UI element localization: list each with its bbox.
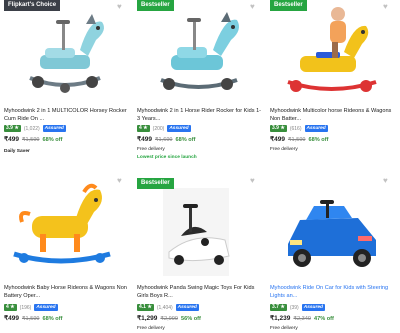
rating-badge: 4 ★ [137, 125, 150, 132]
rating-badge: 4.1 ★ [137, 304, 154, 311]
price: ₹1,239 [270, 315, 291, 322]
mrp: ₹1,599 [21, 316, 40, 322]
heart-icon[interactable]: ♥ [117, 3, 125, 11]
bestseller-badge: Bestseller [270, 0, 307, 11]
product-title[interactable]: Myhoodwink Ride On Car for Kids with Ste… [270, 285, 396, 300]
lowest-price-label: Lowest price since launch [137, 155, 197, 160]
price-row: ₹499 ₹1,699 68% off [137, 135, 195, 143]
mrp: ₹1,599 [21, 137, 40, 143]
product-grid: Flipkart's Choice ♥ Myhoodwink 2 in 1 MU… [0, 0, 400, 333]
product-image[interactable]: Bestseller ♥ [133, 0, 266, 105]
product-card[interactable]: Bestseller ♥ Myhoodwink Multicolor horse… [266, 0, 399, 166]
daily-saver-label: Daily Saver [4, 149, 30, 154]
product-image[interactable]: ♥ [0, 174, 133, 279]
heart-icon[interactable]: ♥ [383, 177, 391, 185]
rating-row: 3.9 ★ (616) Assured [270, 125, 328, 132]
bestseller-badge: Bestseller [137, 178, 174, 189]
product-title[interactable]: Myhoodwink Panda Swing Magic Toys For Ki… [137, 285, 263, 300]
assured-badge: Assured [167, 125, 191, 132]
product-card[interactable]: Flipkart's Choice ♥ Myhoodwink 2 in 1 MU… [0, 0, 133, 166]
product-image[interactable]: Bestseller ♥ [266, 0, 399, 105]
assured-badge: Assured [301, 304, 325, 311]
ride-on-car-blue-image [288, 200, 376, 267]
rating-badge: 4 ★ [4, 304, 17, 311]
product-image[interactable]: ♥ [266, 174, 399, 279]
price: ₹499 [270, 136, 285, 143]
price-row: ₹1,299 ₹2,999 56% off [137, 314, 201, 322]
rating-badge: 3.9 ★ [270, 125, 287, 132]
heart-icon[interactable]: ♥ [250, 177, 258, 185]
bestseller-badge: Bestseller [137, 0, 174, 11]
free-delivery-label: Free delivery [270, 326, 298, 331]
assured-badge: Assured [304, 125, 328, 132]
price-row: ₹499 ₹1,599 68% off [270, 135, 328, 143]
review-count: (200) [152, 125, 165, 132]
product-title[interactable]: Myhoodwink 2 in 1 Horse Rider Rocker for… [137, 108, 263, 123]
rating-row: 3.7 ★ (39) Assured [270, 304, 325, 311]
review-count: (39) [289, 304, 299, 311]
free-delivery-label: Free delivery [270, 147, 298, 152]
rating-badge: 3.9 ★ [4, 125, 21, 132]
review-count: (1,022) [23, 125, 40, 132]
horse-rider-child-image [287, 7, 377, 92]
product-image[interactable]: Bestseller ♥ [133, 174, 266, 279]
discount: 47% off [313, 316, 334, 322]
rating-row: 4 ★ (200) Assured [137, 125, 191, 132]
mrp: ₹2,999 [160, 316, 178, 322]
review-count: (616) [289, 125, 302, 132]
mrp: ₹1,599 [287, 137, 306, 143]
price-row: ₹499 ₹1,599 68% off [4, 135, 62, 143]
rating-row: 3.9 ★ (1,022) Assured [4, 125, 66, 132]
horse-rocker-blue-image [160, 12, 239, 90]
mrp: ₹2,349 [293, 316, 311, 322]
product-card[interactable]: Bestseller ♥ Myhoodwink Panda Swing Magi… [133, 174, 266, 333]
product-title[interactable]: Myhoodwink Multicolor horse Rideons & Wa… [270, 108, 396, 123]
review-count: (1,404) [156, 304, 173, 311]
price: ₹499 [4, 315, 19, 322]
rating-row: 4 ★ (196) Assured [4, 304, 58, 311]
product-card[interactable]: Bestseller ♥ Myhoodwink 2 in 1 Horse Rid… [133, 0, 266, 166]
flipkart-choice-badge: Flipkart's Choice [4, 0, 61, 11]
rating-badge: 3.7 ★ [270, 304, 287, 311]
product-card[interactable]: ♥ Myhoodwink Ride On Car for Kids with S… [266, 174, 399, 333]
assured-badge: Assured [42, 125, 66, 132]
assured-badge: Assured [34, 304, 58, 311]
price: ₹499 [4, 136, 19, 143]
free-delivery-label: Free delivery [137, 147, 165, 152]
product-title[interactable]: Myhoodwink 2 in 1 MULTICOLOR Horsey Rock… [4, 108, 130, 123]
discount: 68% off [42, 316, 63, 322]
free-delivery-label: Free delivery [137, 326, 165, 331]
product-title[interactable]: Myhoodwink Baby Horse Rideons & Wagons N… [4, 285, 130, 300]
discount: 68% off [42, 137, 63, 143]
price: ₹499 [137, 136, 152, 143]
price-row: ₹499 ₹1,599 68% off [4, 314, 62, 322]
product-image[interactable]: Flipkart's Choice ♥ [0, 0, 133, 105]
price: ₹1,299 [137, 315, 158, 322]
product-card[interactable]: ♥ Myhoodwink Baby Horse Rideons & Wagons… [0, 174, 133, 333]
discount: 68% off [308, 137, 329, 143]
panda-swing-car-image [163, 188, 230, 276]
horse-rocker-grey-image [29, 14, 104, 93]
discount: 68% off [175, 137, 196, 143]
rating-row: 4.1 ★ (1,404) Assured [137, 304, 199, 311]
baby-horse-yellow-image [13, 183, 111, 264]
mrp: ₹1,699 [154, 137, 173, 143]
heart-icon[interactable]: ♥ [383, 3, 391, 11]
review-count: (196) [19, 304, 32, 311]
price-row: ₹1,239 ₹2,349 47% off [270, 314, 334, 322]
assured-badge: Assured [175, 304, 199, 311]
heart-icon[interactable]: ♥ [117, 177, 125, 185]
discount: 56% off [180, 316, 201, 322]
heart-icon[interactable]: ♥ [250, 3, 258, 11]
